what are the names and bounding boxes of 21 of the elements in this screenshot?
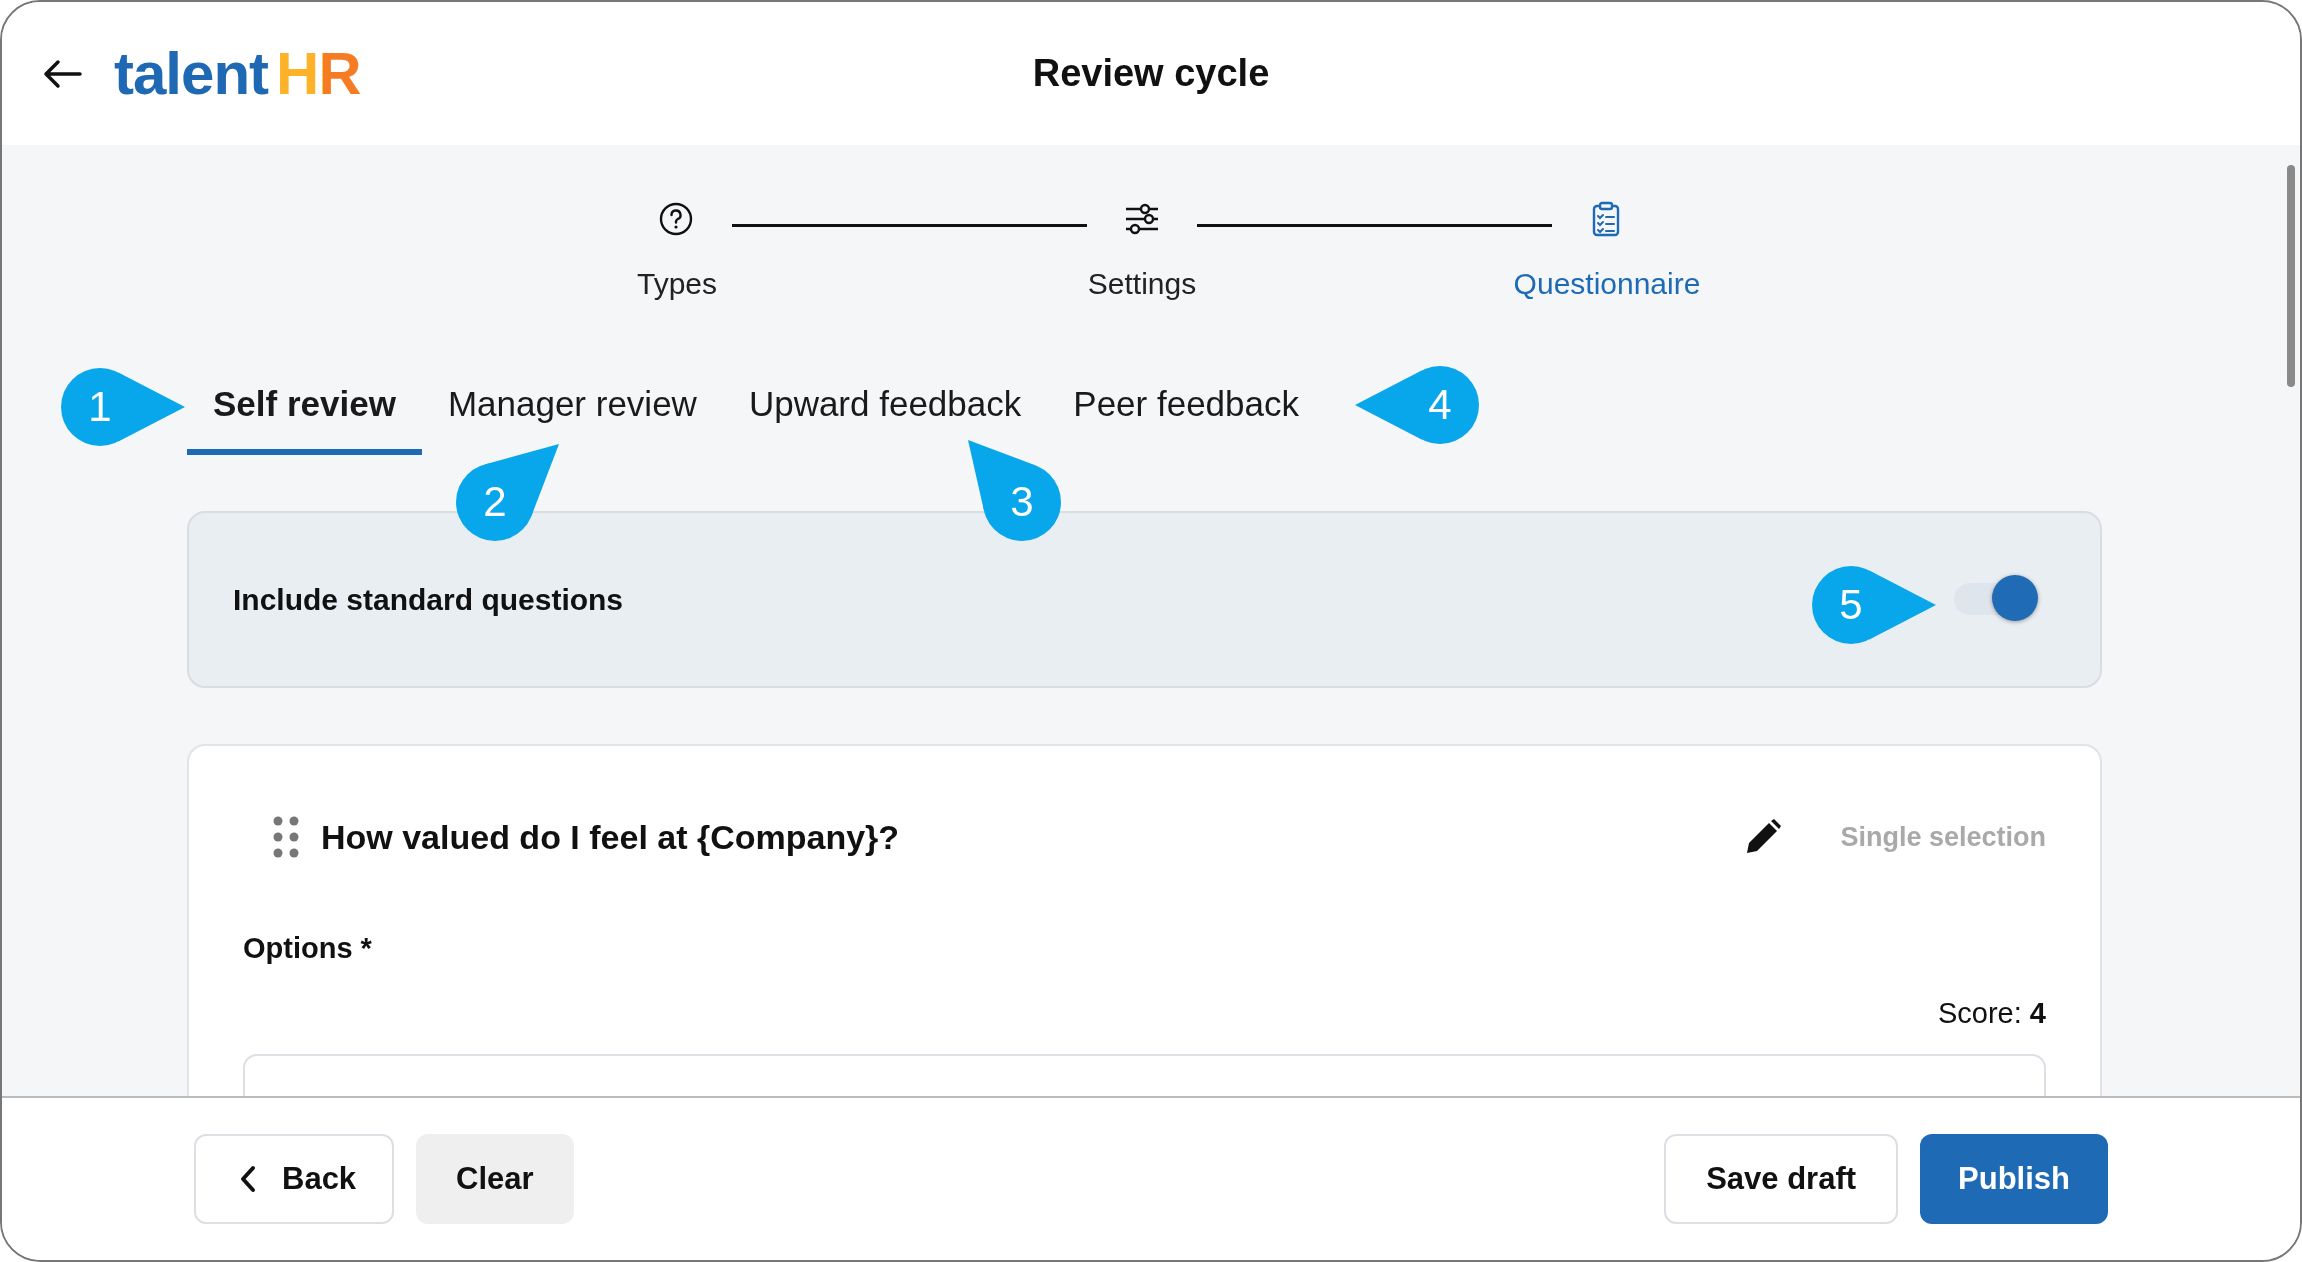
question-type: Single selection	[1840, 820, 2046, 854]
step-label[interactable]: Questionnaire	[1513, 261, 1701, 306]
pencil-icon[interactable]	[1744, 818, 1783, 856]
score-text: Score: 4	[1938, 997, 2046, 1029]
clear-button[interactable]: Clear	[416, 1134, 574, 1224]
toggle-label: Include standard questions	[233, 581, 624, 618]
tab[interactable]: Self review	[187, 364, 422, 455]
question-title: How valued do I feel at {Company}?	[321, 816, 901, 858]
save-draft-button[interactable]: Save draft	[1664, 1134, 1899, 1224]
back-button[interactable]: Back	[194, 1134, 395, 1224]
back-arrow-icon[interactable]	[42, 58, 82, 89]
publish-button[interactable]: Publish	[1920, 1134, 2108, 1224]
sliders-icon	[1123, 201, 1161, 237]
scrollbar-thumb[interactable]	[2287, 165, 2295, 387]
step-label[interactable]: Settings	[1087, 261, 1197, 306]
options-label: Options *	[243, 930, 373, 966]
logo: talentHR	[114, 43, 361, 104]
page-title: Review cycle	[1032, 52, 1270, 94]
drag-handle-icon[interactable]	[273, 816, 299, 858]
step-label[interactable]: Types	[636, 261, 717, 306]
chevron-left-icon	[240, 1165, 256, 1193]
